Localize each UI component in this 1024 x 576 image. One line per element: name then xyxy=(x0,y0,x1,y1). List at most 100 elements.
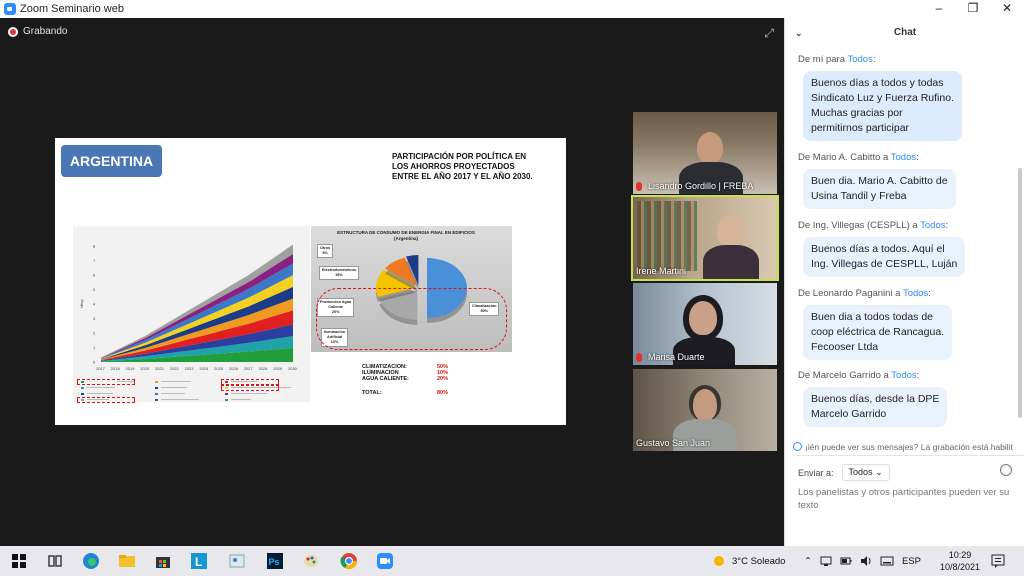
recording-label: Grabando xyxy=(23,26,68,37)
volume-icon[interactable] xyxy=(860,555,872,567)
chat-header: ⌄ Chat xyxy=(785,18,1024,48)
chevron-up-icon[interactable]: ⌃ xyxy=(804,556,812,567)
pie-label-value: 15% xyxy=(335,273,343,277)
input-language[interactable]: ESP xyxy=(902,556,921,567)
message-line: Buenos días, desde la DPE xyxy=(811,393,940,405)
chat-scrollbar[interactable] xyxy=(1018,168,1022,418)
file-explorer-icon[interactable] xyxy=(118,552,136,570)
y-tick-label: 6 xyxy=(93,273,96,278)
weather-text: 3°C Soleado xyxy=(732,555,786,567)
participant-name: Irene Martini xyxy=(636,266,686,276)
chart-legend xyxy=(73,378,310,403)
savings-summary: CLIMATIZACION: 50% ILUMINACION 10% AGUA … xyxy=(362,364,448,396)
zoom-taskbar-icon[interactable] xyxy=(376,552,394,570)
participant-name: Marisa Duarte xyxy=(636,352,705,362)
chrome-icon[interactable] xyxy=(340,552,358,570)
y-tick-label: 0 xyxy=(93,360,96,365)
emoji-icon[interactable] xyxy=(1000,464,1012,476)
keyboard-icon[interactable] xyxy=(880,555,894,567)
chat-title: Chat xyxy=(893,27,917,38)
participant-name-text: Gustavo San Juan xyxy=(636,438,711,448)
paint-icon[interactable] xyxy=(302,552,320,570)
participant-video-marisa[interactable]: Marisa Duarte xyxy=(633,283,777,365)
mic-muted-icon xyxy=(636,181,642,191)
slide-country-badge: ARGENTINA xyxy=(61,145,162,177)
send-to-row: Enviar a: Todos ⌄ xyxy=(798,464,890,481)
x-tick-label: 2024 xyxy=(199,366,209,371)
send-to-dropdown[interactable]: Todos ⌄ xyxy=(841,464,890,481)
restore-button[interactable]: ❐ xyxy=(956,0,990,18)
chat-input[interactable] xyxy=(798,486,1013,516)
message-header: De mí para Todos: xyxy=(798,54,876,65)
summary-total: TOTAL: 80% xyxy=(362,390,448,396)
message-header: De Ing. Villegas (CESPLL) a Todos: xyxy=(798,220,949,231)
participant-name-text: Lisandro Gordillo | FREBA xyxy=(648,181,754,191)
notifications-icon[interactable] xyxy=(990,553,1006,569)
task-view-icon[interactable] xyxy=(46,552,64,570)
l-app-icon[interactable]: L xyxy=(190,552,208,570)
y-tick-label: 5 xyxy=(93,287,96,292)
participant-body xyxy=(703,245,759,279)
message-header: De Leonardo Paganini a Todos: xyxy=(798,288,931,299)
message-sender: De Mario A. Cabitto a xyxy=(798,152,889,163)
participant-video-gustavo[interactable]: Gustavo San Juan xyxy=(633,369,777,451)
chevron-down-icon[interactable]: ⌄ xyxy=(795,18,803,48)
network-icon[interactable] xyxy=(820,555,832,567)
message-recipient: Todos xyxy=(902,288,929,299)
slide-heading-line: ENTRE EL AÑO 2017 Y EL AÑO 2030. xyxy=(392,172,533,181)
y-tick-label: 2 xyxy=(93,331,96,336)
message-recipient: Todos xyxy=(891,370,917,381)
meeting-area: Grabando ⤢ ARGENTINA PARTICIPACIÓN POR P… xyxy=(0,18,784,546)
message-line: Fecooser Ltda xyxy=(811,341,879,353)
chat-visibility-notice[interactable]: ¡ién puede ver sus mensajes? La grabació… xyxy=(793,438,1024,456)
weather-widget[interactable]: 3°C Soleado xyxy=(712,546,785,576)
x-tick-label: 2023 xyxy=(185,366,195,371)
participant-video-irene[interactable]: Irene Martini xyxy=(631,195,779,281)
legend-highlight xyxy=(77,379,135,385)
chat-panel: ⌄ Chat De mí para Todos: Buenos días a t… xyxy=(784,18,1024,546)
chat-message-list[interactable]: De mí para Todos: Buenos días a todos y … xyxy=(785,48,1017,440)
message-bubble: Buen dia a todos todas de coop eléctrica… xyxy=(803,305,953,360)
clock-time: 10:29 xyxy=(948,550,972,560)
summary-value: 20% xyxy=(437,376,449,382)
x-tick-label: 2018 xyxy=(111,366,121,371)
x-tick-label: 2017 xyxy=(96,366,106,371)
message-recipient: Todos xyxy=(920,220,946,231)
participant-face xyxy=(697,132,723,164)
message-line: Marcelo Garrido xyxy=(811,408,887,420)
send-to-label: Enviar a: xyxy=(798,467,834,478)
y-tick-label: 7 xyxy=(93,258,96,263)
clock-date: 10/8/2021 xyxy=(939,562,980,572)
zoom-logo-icon xyxy=(4,3,16,15)
participant-name-text: Marisa Duarte xyxy=(648,352,705,362)
message-line: Sindicato Luz y Fuerza Rufino. xyxy=(811,92,954,104)
edge-icon[interactable] xyxy=(82,552,100,570)
photoshop-icon[interactable]: Ps xyxy=(266,552,284,570)
slide-heading-line: PARTICIPACIÓN POR POLÍTICA EN xyxy=(392,152,527,161)
x-tick-label: 2021 xyxy=(155,366,165,371)
windows-taskbar: L Ps 3°C Soleado ⌃ ESP 10:29 10/8/2021 xyxy=(0,546,1024,576)
recording-indicator[interactable]: Grabando xyxy=(8,26,67,37)
photos-icon[interactable] xyxy=(228,552,246,570)
close-button[interactable]: ✕ xyxy=(990,0,1024,18)
battery-icon[interactable] xyxy=(840,555,852,567)
expand-icon[interactable]: ⤢ xyxy=(764,26,774,41)
minimize-button[interactable]: – xyxy=(922,0,956,18)
message-line: coop eléctrica de Rancagua. xyxy=(811,326,945,338)
participant-video-lisandro[interactable]: Lisandro Gordillo | FREBA xyxy=(633,112,777,194)
x-tick-label: 2030 xyxy=(288,366,298,371)
x-tick-label: 2029 xyxy=(273,366,283,371)
pie-label-electrodomesticos: Electrodomésticos 15% xyxy=(319,266,359,280)
message-line: Buenos días a todos. Aquí el xyxy=(811,243,945,255)
taskbar-clock[interactable]: 10:29 10/8/2021 xyxy=(940,549,980,573)
windows-start-icon[interactable] xyxy=(10,552,28,570)
message-bubble: Buen dia. Mario A. Cabitto de Usina Tand… xyxy=(803,169,956,209)
y-axis-label: Mtep xyxy=(79,298,84,308)
store-icon[interactable] xyxy=(154,552,172,570)
system-tray: ⌃ ESP xyxy=(804,546,921,576)
summary-row: AGUA CALIENTE: 20% xyxy=(362,376,448,382)
message-line: Usina Tandil y Freba xyxy=(811,190,907,202)
pie-label-value: 5% xyxy=(322,251,328,255)
window-title: Zoom Seminario web xyxy=(20,3,124,15)
participant-name: Gustavo San Juan xyxy=(636,438,710,448)
